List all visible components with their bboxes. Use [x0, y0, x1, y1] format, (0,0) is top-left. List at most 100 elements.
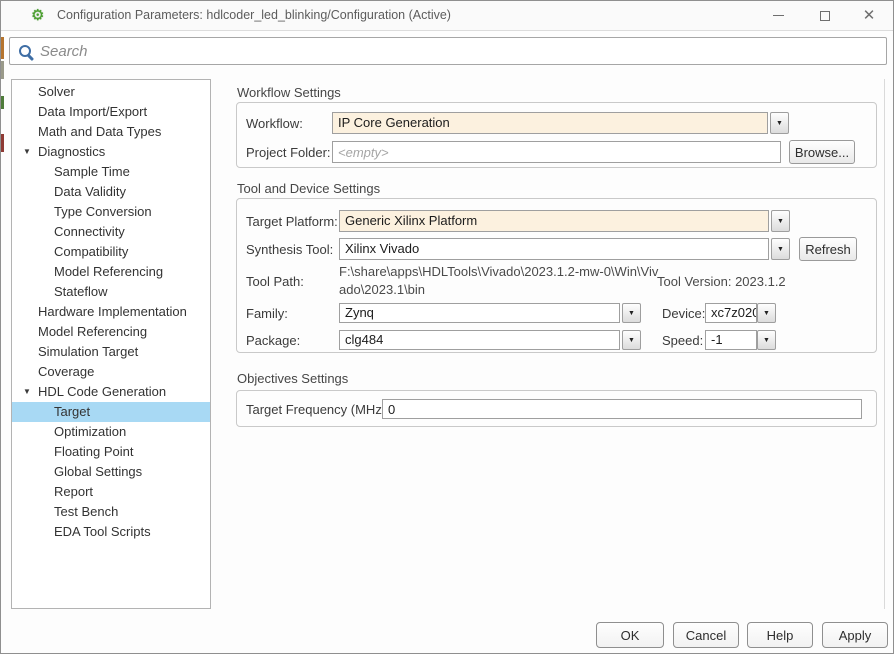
- family-combo-arrow[interactable]: ▼: [622, 303, 641, 323]
- sidebar-item-connectivity[interactable]: Connectivity: [12, 222, 210, 242]
- sidebar-item-data-import-export[interactable]: Data Import/Export: [12, 102, 210, 122]
- target-platform-combo[interactable]: Generic Xilinx Platform: [339, 210, 769, 232]
- sidebar-item-hdl-code-generation[interactable]: ▼ HDL Code Generation: [12, 382, 210, 402]
- project-folder-label: Project Folder:: [246, 145, 331, 160]
- refresh-button[interactable]: Refresh: [799, 237, 857, 261]
- search-input[interactable]: [40, 43, 886, 60]
- chevron-down-icon: ▼: [763, 310, 770, 317]
- sidebar-item-model-referencing[interactable]: Model Referencing: [12, 322, 210, 342]
- sidebar-item-stateflow[interactable]: Stateflow: [12, 282, 210, 302]
- chevron-down-icon: ▼: [776, 120, 783, 127]
- minimize-icon: [773, 15, 784, 16]
- sidebar-item-label: Type Conversion: [54, 204, 152, 219]
- sidebar-item-data-validity[interactable]: Data Validity: [12, 182, 210, 202]
- sidebar-item-eda-tool-scripts[interactable]: EDA Tool Scripts: [12, 522, 210, 542]
- sidebar-item-report[interactable]: Report: [12, 482, 210, 502]
- sidebar-item-sample-time[interactable]: Sample Time: [12, 162, 210, 182]
- browse-button[interactable]: Browse...: [789, 140, 855, 164]
- sidebar-item-simulation-target[interactable]: Simulation Target: [12, 342, 210, 362]
- synthesis-tool-combo[interactable]: Xilinx Vivado: [339, 238, 769, 260]
- cancel-button[interactable]: Cancel: [673, 622, 739, 648]
- sidebar-item-coverage[interactable]: Coverage: [12, 362, 210, 382]
- configuration-parameters-dialog: ⚙ Configuration Parameters: hdlcoder_led…: [0, 0, 894, 654]
- sidebar-item-hardware-implementation[interactable]: Hardware Implementation: [12, 302, 210, 322]
- sidebar-item-label: HDL Code Generation: [38, 384, 166, 399]
- sidebar-item-label: Sample Time: [54, 164, 130, 179]
- minimize-button[interactable]: [762, 1, 794, 30]
- sidebar-item-diagnostics[interactable]: ▼ Diagnostics: [12, 142, 210, 162]
- package-combo[interactable]: clg484: [339, 330, 620, 350]
- sidebar-item-label: Connectivity: [54, 224, 125, 239]
- edge-sliver: [1, 61, 4, 79]
- edge-sliver: [1, 37, 4, 59]
- sidebar-item-label: Solver: [38, 84, 75, 99]
- title-bar: ⚙ Configuration Parameters: hdlcoder_led…: [1, 1, 893, 31]
- section-title-objectives-settings: Objectives Settings: [237, 371, 348, 386]
- speed-combo[interactable]: -1: [705, 330, 757, 350]
- sidebar-item-math-and-data-types[interactable]: Math and Data Types: [12, 122, 210, 142]
- sidebar-item-label: Test Bench: [54, 504, 118, 519]
- chevron-down-icon: ▼: [628, 310, 635, 317]
- search-bar: [9, 37, 887, 65]
- synthesis-tool-label: Synthesis Tool:: [246, 242, 333, 257]
- tree-expand-icon[interactable]: ▼: [23, 142, 31, 162]
- chevron-down-icon: ▼: [777, 246, 784, 253]
- speed-combo-arrow[interactable]: ▼: [757, 330, 776, 350]
- project-folder-input[interactable]: [332, 141, 781, 163]
- synthesis-tool-combo-arrow[interactable]: ▼: [771, 238, 790, 260]
- sidebar-item-label: Compatibility: [54, 244, 128, 259]
- main-panel: Workflow Settings Workflow: IP Core Gene…: [229, 79, 885, 609]
- chevron-down-icon: ▼: [777, 218, 784, 225]
- maximize-button[interactable]: [809, 1, 841, 30]
- family-combo[interactable]: Zynq: [339, 303, 620, 323]
- sidebar-item-target[interactable]: Target: [12, 402, 210, 422]
- section-title-workflow-settings: Workflow Settings: [237, 85, 341, 100]
- workflow-combo-arrow[interactable]: ▼: [770, 112, 789, 134]
- sidebar-item-label: Model Referencing: [38, 324, 147, 339]
- speed-label: Speed:: [662, 333, 703, 348]
- sidebar-item-label: Report: [54, 484, 93, 499]
- sidebar-item-label: Math and Data Types: [38, 124, 161, 139]
- package-combo-arrow[interactable]: ▼: [622, 330, 641, 350]
- sidebar-item-global-settings[interactable]: Global Settings: [12, 462, 210, 482]
- sidebar-item-compatibility[interactable]: Compatibility: [12, 242, 210, 262]
- sidebar-item-solver[interactable]: Solver: [12, 82, 210, 102]
- tool-path-value: F:\share\apps\HDLTools\Vivado\2023.1.2-m…: [339, 263, 664, 298]
- sidebar-item-label: Optimization: [54, 424, 126, 439]
- section-title-tool-device-settings: Tool and Device Settings: [237, 181, 380, 196]
- tool-version-label: Tool Version: 2023.1.2: [657, 274, 786, 289]
- chevron-down-icon: ▼: [763, 337, 770, 344]
- sidebar-item-model-referencing[interactable]: Model Referencing: [12, 262, 210, 282]
- sidebar-tree: Solver Data Import/Export Math and Data Ty…: [11, 79, 211, 609]
- chevron-down-icon: ▼: [628, 337, 635, 344]
- apply-button[interactable]: Apply: [822, 622, 888, 648]
- device-combo-arrow[interactable]: ▼: [757, 303, 776, 323]
- sidebar-item-label: Data Validity: [54, 184, 126, 199]
- target-platform-combo-arrow[interactable]: ▼: [771, 210, 790, 232]
- ok-button[interactable]: OK: [596, 622, 664, 648]
- workflow-label: Workflow:: [246, 116, 303, 131]
- sidebar-item-label: EDA Tool Scripts: [54, 524, 151, 539]
- sidebar-item-type-conversion[interactable]: Type Conversion: [12, 202, 210, 222]
- sidebar-item-label: Diagnostics: [38, 144, 105, 159]
- target-platform-label: Target Platform:: [246, 214, 338, 229]
- sidebar-item-label: Hardware Implementation: [38, 304, 187, 319]
- sidebar-item-test-bench[interactable]: Test Bench: [12, 502, 210, 522]
- sidebar-item-floating-point[interactable]: Floating Point: [12, 442, 210, 462]
- target-frequency-input[interactable]: [382, 399, 862, 419]
- window-title: Configuration Parameters: hdlcoder_led_b…: [57, 1, 451, 30]
- maximize-icon: [820, 11, 830, 21]
- tool-version-value: 2023.1.2: [735, 274, 786, 289]
- sidebar-item-label: Simulation Target: [38, 344, 138, 359]
- device-combo[interactable]: xc7z020: [705, 303, 757, 323]
- workflow-combo[interactable]: IP Core Generation: [332, 112, 768, 134]
- gear-icon: ⚙: [31, 8, 44, 23]
- help-button[interactable]: Help: [747, 622, 813, 648]
- sidebar-item-optimization[interactable]: Optimization: [12, 422, 210, 442]
- close-button[interactable]: ✕: [853, 1, 885, 30]
- tree-expand-icon[interactable]: ▼: [23, 382, 31, 402]
- family-label: Family:: [246, 306, 288, 321]
- close-icon: ✕: [863, 8, 876, 23]
- tool-device-settings-group: Target Platform: Generic Xilinx Platform…: [236, 198, 877, 353]
- edge-sliver: [1, 96, 4, 109]
